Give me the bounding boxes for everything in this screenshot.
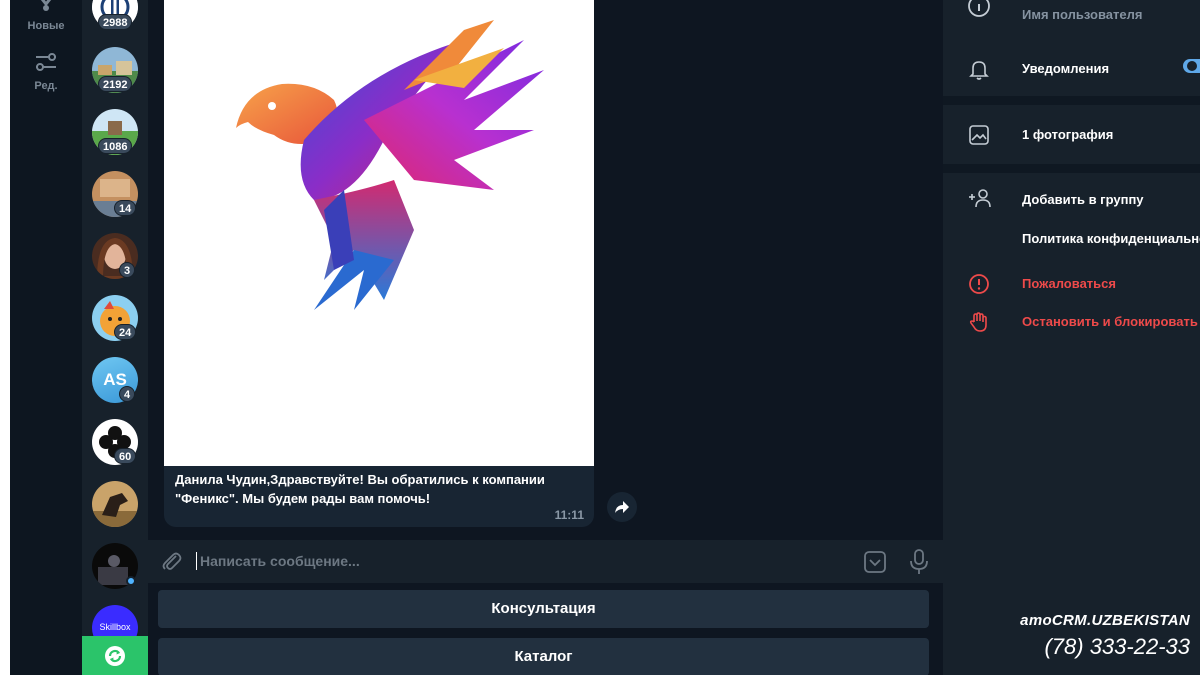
nav-item-new[interactable]: Новые <box>10 0 82 32</box>
unread-badge: 4 <box>119 386 136 402</box>
message-composer <box>148 540 943 583</box>
sync-icon <box>105 646 125 666</box>
message-image[interactable] <box>164 0 594 466</box>
privacy-policy-link[interactable]: Политика конфиденциальности <box>1022 231 1200 246</box>
section-divider <box>943 96 1200 105</box>
message-input[interactable] <box>200 551 800 571</box>
chat-area: Данила Чудин,Здравствуйте! Вы обратились… <box>148 0 943 675</box>
toggle-knob <box>1187 61 1197 71</box>
sync-button[interactable] <box>82 636 148 675</box>
unread-badge: 24 <box>114 324 137 340</box>
message-time: 11:11 <box>554 508 584 522</box>
hand-stop-icon <box>969 312 987 332</box>
report-warning-icon <box>969 274 989 294</box>
chat-list: AS Skillbox 2988 2192 1086 14 3 24 4 60 <box>82 0 148 675</box>
unread-badge: 60 <box>114 448 137 464</box>
microphone-icon[interactable] <box>909 549 929 575</box>
nav-edit-label: Ред. <box>34 80 58 92</box>
horse-avatar-icon <box>92 481 138 527</box>
photo-icon <box>969 125 989 145</box>
notifications-label: Уведомления <box>1022 61 1110 76</box>
photos-label: 1 фотография <box>1022 127 1114 142</box>
block-label: Остановить и блокировать <box>1022 314 1198 329</box>
nav-new-label: Новые <box>27 20 65 32</box>
section-divider <box>943 164 1200 173</box>
message-text: Данила Чудин,Здравствуйте! Вы обратились… <box>175 472 545 506</box>
forward-arrow-icon <box>615 501 629 513</box>
username-label: Имя пользователя <box>1022 7 1143 22</box>
forward-button[interactable] <box>607 492 637 522</box>
nav-rail: Новые Ред. <box>10 0 82 675</box>
profile-panel: Имя пользователя Уведомления 1 фотографи… <box>943 0 1200 675</box>
avatar-text: Skillbox <box>99 622 131 632</box>
nav-item-edit[interactable]: Ред. <box>10 52 82 92</box>
message-bubble: Данила Чудин,Здравствуйте! Вы обратились… <box>164 0 594 527</box>
unread-badge: 2988 <box>98 14 133 30</box>
bell-icon <box>969 61 989 80</box>
unread-badge: 2192 <box>98 76 133 92</box>
watermark-phone: (78) 333-22-33 <box>1044 634 1190 659</box>
edit-filters-icon <box>36 53 56 71</box>
info-icon <box>968 0 990 17</box>
phoenix-bird-image <box>236 20 544 310</box>
notifications-toggle[interactable] <box>1183 59 1200 73</box>
paperclip-icon[interactable] <box>160 550 184 574</box>
sticker-icon[interactable] <box>863 550 887 574</box>
add-user-icon <box>969 189 991 208</box>
report-label: Пожаловаться <box>1022 276 1116 291</box>
unread-badge: 1086 <box>98 138 133 154</box>
keyboard-button-catalog[interactable]: Каталог <box>158 638 929 675</box>
new-chats-icon <box>40 0 52 11</box>
keyboard-button-consultation[interactable]: Консультация <box>158 590 929 628</box>
unread-badge: 14 <box>114 200 137 216</box>
chat-avatar[interactable] <box>92 481 138 527</box>
unread-badge: 3 <box>119 262 136 278</box>
text-cursor <box>196 552 197 570</box>
window-edge <box>0 0 10 675</box>
watermark-logo: amoCRM.UZBEKISTAN <box>1020 612 1190 629</box>
online-indicator <box>126 576 136 586</box>
add-to-group-label: Добавить в группу <box>1022 192 1144 207</box>
